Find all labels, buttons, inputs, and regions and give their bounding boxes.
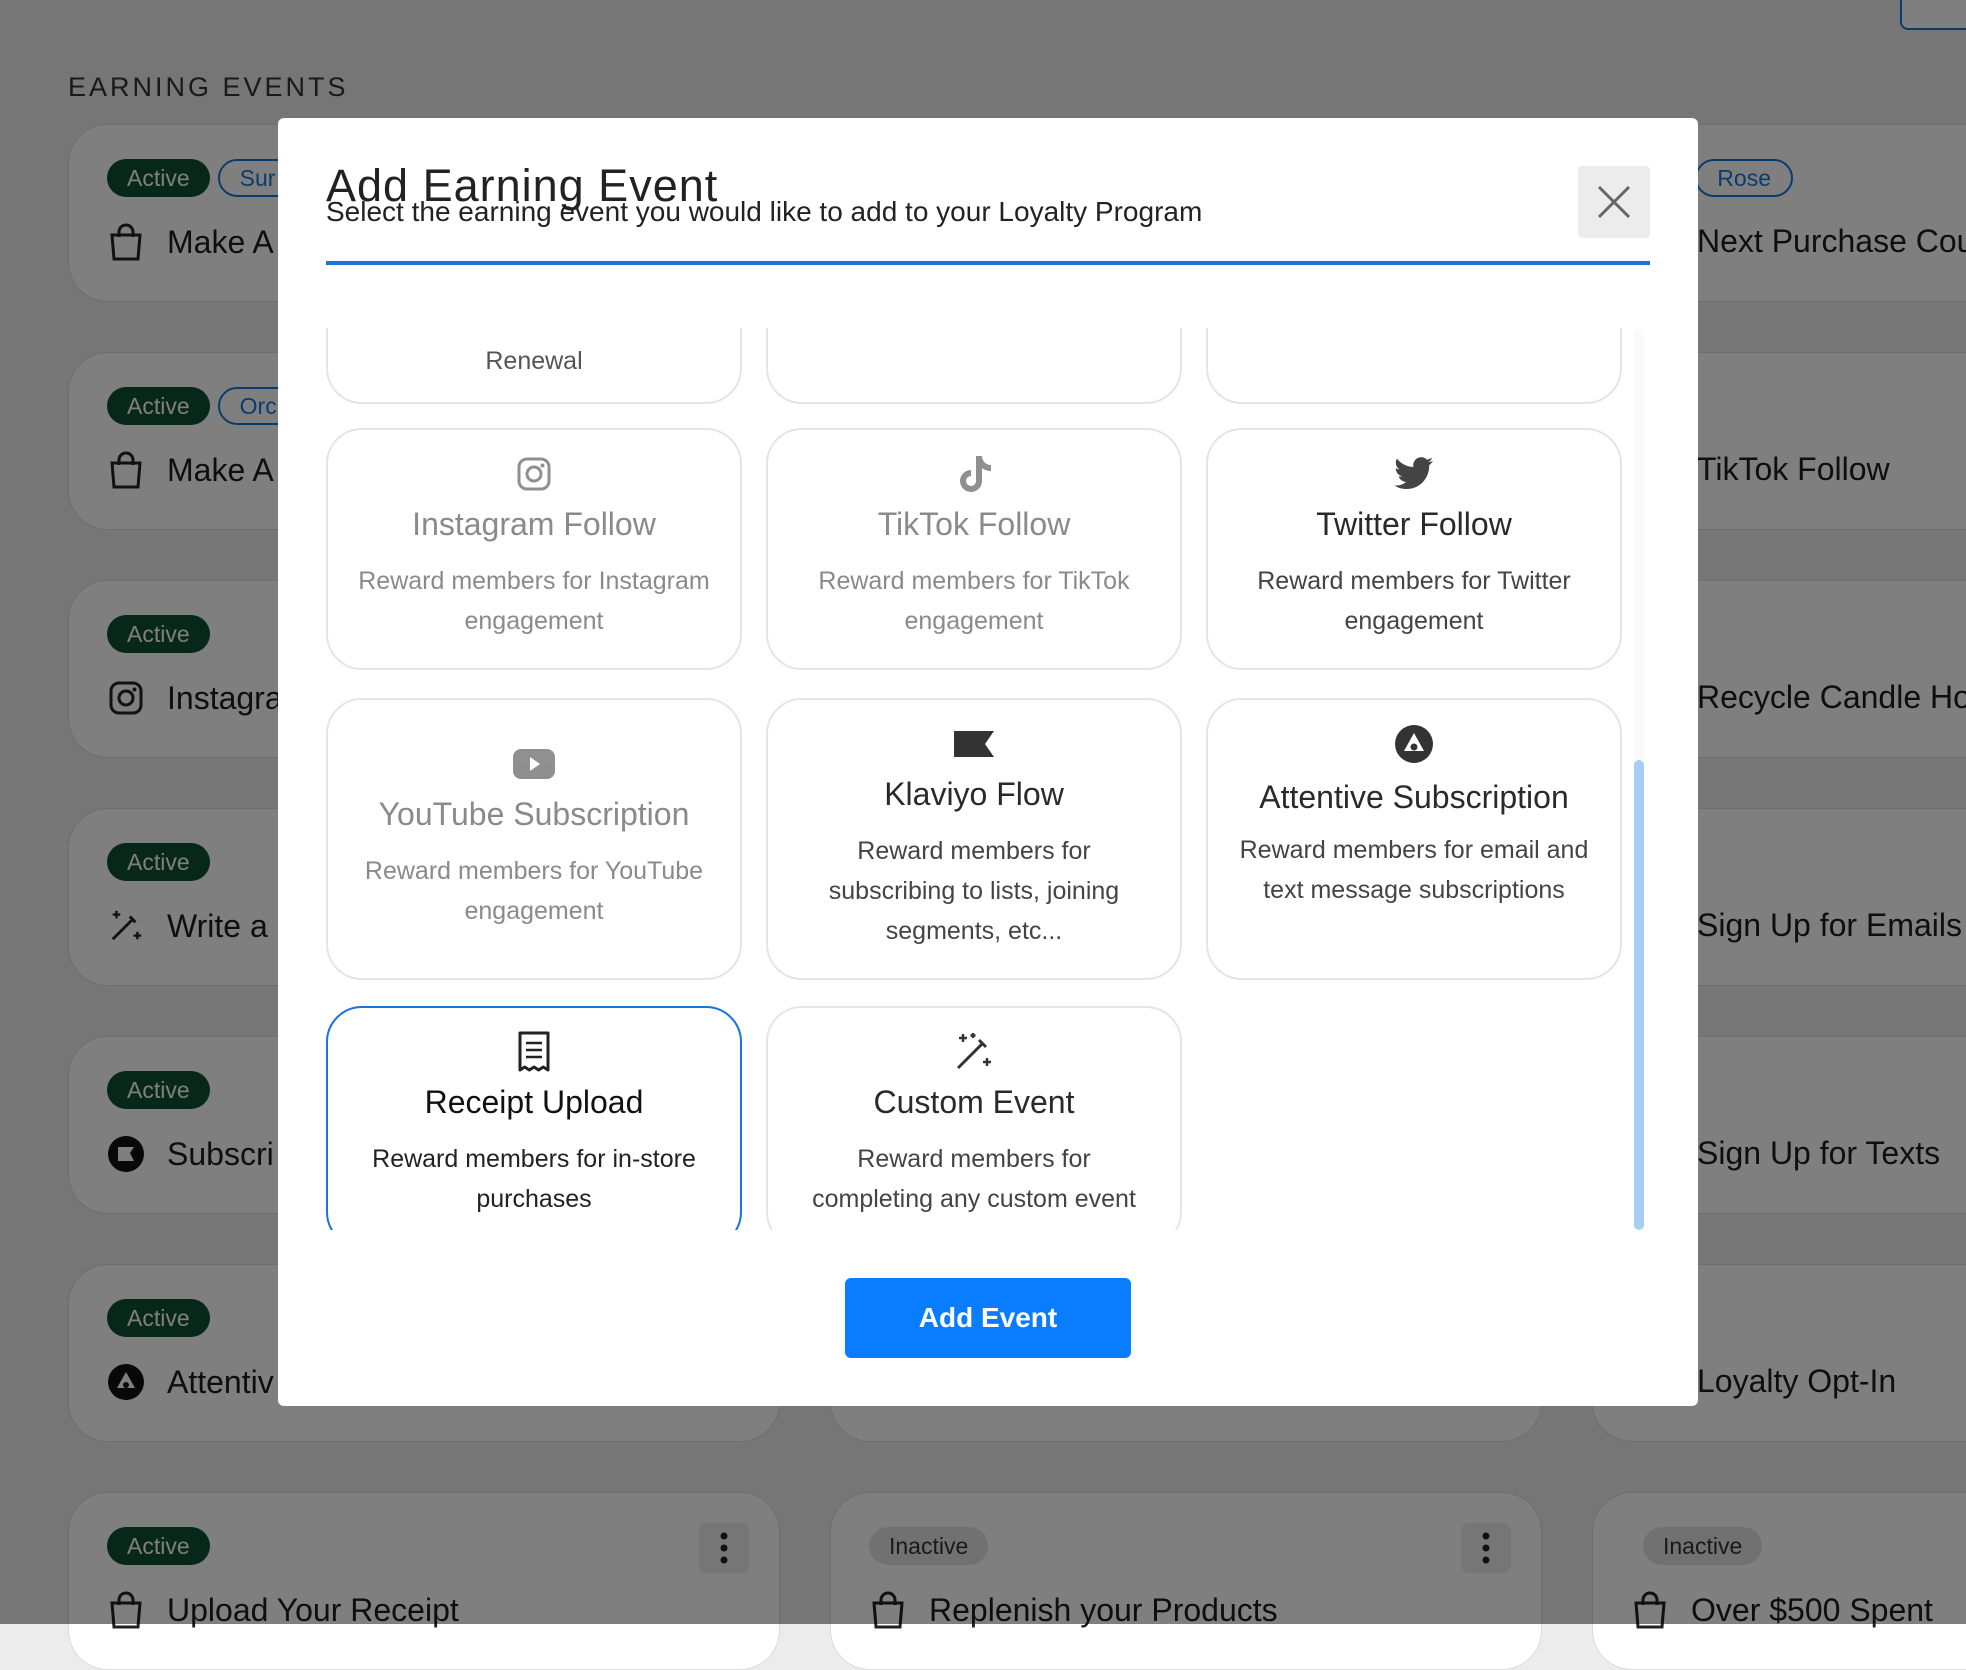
event-tile-partial[interactable] — [766, 328, 1182, 404]
tile-description: Reward members for email and text messag… — [1239, 836, 1589, 904]
tile-description: Reward members for TikTok engagement — [818, 567, 1130, 635]
event-tile-partial[interactable]: Renewal — [326, 328, 742, 404]
event-tile-youtube[interactable]: YouTube Subscription Reward members for … — [326, 698, 742, 980]
event-tile-tiktok[interactable]: TikTok Follow Reward members for TikTok … — [766, 428, 1182, 670]
attentive-icon — [1395, 725, 1433, 763]
close-button[interactable] — [1578, 166, 1650, 238]
add-earning-event-modal: Add Earning Event Select the earning eve… — [278, 118, 1698, 1406]
klaviyo-flag-icon — [954, 731, 994, 757]
receipt-icon — [518, 1031, 550, 1072]
tile-description: Reward members for completing any custom… — [812, 1145, 1136, 1213]
tile-partial-text: Renewal — [485, 347, 583, 375]
tile-description: Reward members for YouTube engagement — [364, 857, 704, 925]
add-event-button[interactable]: Add Event — [845, 1278, 1131, 1358]
instagram-icon — [517, 457, 551, 491]
tile-title: Custom Event — [873, 1084, 1075, 1120]
magic-wand-icon — [956, 1033, 991, 1070]
event-tile-receipt[interactable]: Receipt Upload Reward members for in-sto… — [326, 1006, 742, 1230]
event-tile-partial[interactable] — [1206, 328, 1622, 404]
tile-description: Reward members for Instagram engagement — [358, 567, 710, 635]
event-tile-instagram[interactable]: Instagram Follow Reward members for Inst… — [326, 428, 742, 670]
event-type-grid[interactable]: Renewal Instagram Follow Reward members … — [326, 328, 1648, 1230]
tile-description: Reward members for Twitter engagement — [1257, 567, 1571, 635]
tile-description: Reward members for in-store purchases — [372, 1145, 696, 1213]
title-divider — [326, 261, 1650, 265]
tiktok-icon — [960, 456, 991, 492]
event-tile-custom[interactable]: Custom Event Reward members for completi… — [766, 1006, 1182, 1230]
close-icon — [1597, 185, 1631, 219]
tile-title: YouTube Subscription — [378, 796, 690, 832]
tile-description: Reward members for subscribing to lists,… — [828, 837, 1120, 945]
tile-title: TikTok Follow — [877, 506, 1071, 542]
modal-subtitle: Select the earning event you would like … — [326, 196, 1203, 227]
tile-title: Klaviyo Flow — [884, 776, 1064, 812]
scrollbar-thumb[interactable] — [1634, 760, 1644, 1230]
tile-title: Receipt Upload — [424, 1084, 644, 1120]
tile-title: Twitter Follow — [1316, 506, 1512, 542]
twitter-icon — [1394, 457, 1433, 489]
event-tile-twitter[interactable]: Twitter Follow Reward members for Twitte… — [1206, 428, 1622, 670]
youtube-icon — [513, 749, 555, 779]
tile-title: Instagram Follow — [412, 506, 656, 542]
event-tile-attentive[interactable]: Attentive Subscription Reward members fo… — [1206, 698, 1622, 980]
event-tile-klaviyo[interactable]: Klaviyo Flow Reward members for subscrib… — [766, 698, 1182, 980]
tile-title: Attentive Subscription — [1259, 779, 1569, 815]
